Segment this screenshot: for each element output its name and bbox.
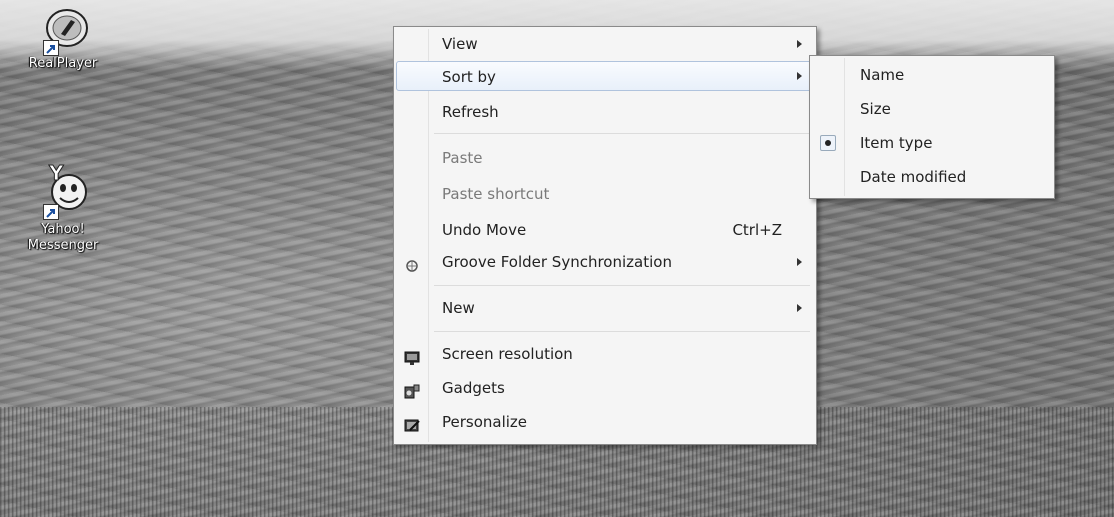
menu-item-label: Personalize: [442, 413, 528, 431]
menu-separator: [434, 133, 810, 134]
menu-item-label: View: [442, 35, 478, 53]
submenu-item-label: Item type: [860, 134, 933, 152]
menu-item-undo-move[interactable]: Undo Move Ctrl+Z: [396, 215, 814, 245]
menu-separator: [434, 285, 810, 286]
desktop-icon-realplayer[interactable]: RealPlayer: [13, 6, 113, 72]
menu-item-paste[interactable]: Paste: [396, 143, 814, 173]
desktop-icon-label: RealPlayer: [28, 56, 98, 71]
submenu-item-label: Name: [860, 66, 905, 84]
radio-selected-icon: [820, 135, 836, 151]
menu-item-label: Gadgets: [442, 379, 505, 397]
menu-item-label: Screen resolution: [442, 345, 573, 363]
submenu-arrow-icon: [797, 40, 802, 48]
submenu-item-label: Size: [860, 100, 891, 118]
menu-item-label: New: [442, 299, 475, 317]
sort-option-name[interactable]: Name: [812, 58, 1052, 92]
gadgets-icon: [404, 380, 420, 399]
personalize-icon: [404, 414, 420, 432]
menu-item-refresh[interactable]: Refresh: [396, 97, 814, 127]
desktop-icon-label-line2: Messenger: [27, 238, 99, 253]
menu-item-shortcut: Ctrl+Z: [732, 221, 782, 239]
menu-item-view[interactable]: View: [396, 29, 814, 59]
screen-resolution-icon: [404, 346, 420, 365]
submenu-arrow-icon: [797, 304, 802, 312]
desktop-context-menu: View Sort by Refresh Paste Paste shortcu…: [393, 26, 817, 445]
shortcut-arrow-icon: [43, 40, 59, 56]
menu-item-groove-folder-synchronization[interactable]: Groove Folder Synchronization: [396, 247, 814, 277]
sort-by-submenu: Name Size Item type Date modified: [809, 55, 1055, 199]
menu-item-label: Groove Folder Synchronization: [442, 253, 672, 271]
desktop-icon-yahoo-messenger[interactable]: Y Yahoo! Messenger: [13, 158, 113, 254]
menu-item-new[interactable]: New: [396, 293, 814, 323]
groove-icon: [404, 254, 420, 272]
menu-item-personalize[interactable]: Personalize: [396, 407, 814, 437]
sort-option-size[interactable]: Size: [812, 92, 1052, 126]
shortcut-arrow-icon: [43, 204, 59, 220]
menu-item-screen-resolution[interactable]: Screen resolution: [396, 339, 814, 369]
svg-text:Y: Y: [48, 161, 64, 185]
sort-option-date-modified[interactable]: Date modified: [812, 160, 1052, 194]
menu-separator: [434, 331, 810, 332]
menu-item-label: Paste: [442, 149, 483, 167]
menu-item-label: Refresh: [442, 103, 499, 121]
menu-item-paste-shortcut[interactable]: Paste shortcut: [396, 179, 814, 209]
yahoo-messenger-icon: Y: [35, 158, 91, 222]
realplayer-icon: [35, 6, 91, 56]
menu-item-label: Undo Move: [442, 221, 527, 239]
menu-item-gadgets[interactable]: Gadgets: [396, 373, 814, 403]
sort-option-item-type[interactable]: Item type: [812, 126, 1052, 160]
desktop-icon-label-line1: Yahoo!: [41, 222, 85, 237]
menu-item-label: Paste shortcut: [442, 185, 550, 203]
menu-item-sort-by[interactable]: Sort by: [396, 61, 814, 91]
menu-item-label: Sort by: [442, 68, 496, 86]
submenu-item-label: Date modified: [860, 168, 967, 186]
submenu-arrow-icon: [797, 72, 802, 80]
submenu-arrow-icon: [797, 258, 802, 266]
